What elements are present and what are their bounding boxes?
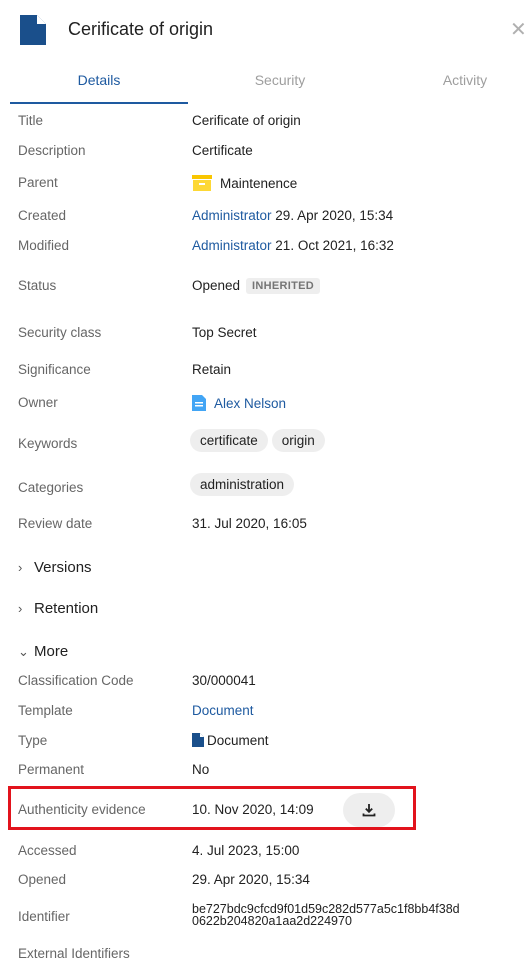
field-value: Cerificate of origin [192,113,301,128]
row-authenticity-evidence: Authenticity evidence 10. Nov 2020, 14:0… [0,802,528,832]
field-value: 30/000041 [192,673,256,688]
field-value: 31. Jul 2020, 16:05 [192,516,307,531]
row-template: Template Document [0,703,528,733]
field-label: Classification Code [18,673,134,688]
section-label: More [34,643,69,660]
field-label: Accessed [18,843,77,858]
field-value: Top Secret [192,325,257,340]
document-icon [192,733,204,747]
chevron-right-icon: › [18,601,23,616]
template-link[interactable]: Document [192,703,254,718]
row-security-class: Security class Top Secret [0,325,528,355]
field-label: Authenticity evidence [18,802,146,817]
row-title: Title Cerificate of origin [0,113,528,143]
field-label: Significance [18,362,91,377]
modified-user-link[interactable]: Administrator [192,238,272,253]
row-owner: Owner Alex Nelson [0,395,528,425]
field-value: Administrator 21. Oct 2021, 16:32 [192,238,394,253]
row-keywords: Keywords certificate origin [0,429,528,459]
row-accessed: Accessed 4. Jul 2023, 15:00 [0,843,528,873]
parent-name: Maintenence [220,176,298,191]
more-toggle[interactable]: ⌄ More [18,643,68,660]
field-label: Description [18,143,86,158]
modified-date: 21. Oct 2021, 16:32 [275,238,394,253]
field-value: No [192,762,210,777]
keyword-chip[interactable]: origin [271,429,325,452]
field-value: 10. Nov 2020, 14:09 [192,802,314,817]
field-label: Review date [18,516,93,531]
panel-header: Cerificate of origin ✕ [0,0,528,60]
row-status: Status Opened INHERITED [0,278,528,308]
row-created: Created Administrator 29. Apr 2020, 15:3… [0,208,528,238]
user-card-icon [192,395,206,411]
field-label: Categories [18,480,84,495]
chevron-down-icon: ⌄ [18,644,29,659]
owner-name: Alex Nelson [214,396,287,411]
field-value: Document [192,733,269,748]
field-label: Template [18,703,73,718]
category-chips: administration [190,473,298,496]
document-icon [20,15,46,45]
tab-activity[interactable]: Activity [400,72,528,88]
field-label: Parent [18,175,58,190]
row-parent: Parent Maintenence [0,175,528,205]
tab-bar: Details Security Activity [10,62,528,104]
keyword-chip[interactable]: certificate [190,429,268,452]
field-label: Type [18,733,48,748]
owner-link[interactable]: Alex Nelson [192,395,286,411]
chevron-right-icon: › [18,560,23,575]
download-icon [362,804,376,817]
close-icon[interactable]: ✕ [510,17,527,42]
row-type: Type Document [0,733,528,763]
tab-security[interactable]: Security [200,72,360,88]
field-value: 29. Apr 2020, 15:34 [192,872,310,887]
identifier-value: be727bdc9cfcd9f01d59c282d577a5c1f8bb4f38… [192,903,460,928]
field-value: Opened INHERITED [192,278,321,295]
field-value: Administrator 29. Apr 2020, 15:34 [192,208,393,223]
field-label: Identifier [18,909,70,924]
versions-toggle[interactable]: › Versions [18,559,92,576]
tab-details[interactable]: Details [10,72,188,88]
field-value: Retain [192,362,232,377]
field-label: External Identifiers [18,946,130,961]
tab-indicator [10,102,188,104]
row-significance: Significance Retain [0,362,528,392]
field-label: Owner [18,395,58,410]
field-label: Created [18,208,67,223]
row-external-identifiers: External Identifiers [0,946,528,976]
section-label: Versions [34,559,92,576]
field-value: Certificate [192,143,253,158]
row-description: Description Certificate [0,143,528,173]
row-categories: Categories administration [0,473,528,503]
field-label: Opened [18,872,67,887]
row-review-date: Review date 31. Jul 2020, 16:05 [0,516,528,546]
field-label: Security class [18,325,102,340]
field-label: Permanent [18,762,85,777]
row-opened: Opened 29. Apr 2020, 15:34 [0,872,528,902]
download-evidence-button[interactable] [343,793,395,827]
panel-title: Cerificate of origin [68,19,214,39]
status-value: Opened [192,278,241,293]
keyword-chips: certificate origin [190,429,329,452]
section-label: Retention [34,600,99,617]
retention-toggle[interactable]: › Retention [18,600,98,617]
field-label: Title [18,113,44,128]
category-chip[interactable]: administration [190,473,295,496]
box-folder-icon [192,175,212,191]
field-label: Status [18,278,57,293]
created-date: 29. Apr 2020, 15:34 [275,208,394,223]
row-modified: Modified Administrator 21. Oct 2021, 16:… [0,238,528,268]
parent-link[interactable]: Maintenence [192,175,297,191]
field-label: Keywords [18,436,78,451]
identifier-line: 0622b204820a1aa2d224970 [192,914,352,928]
status-badge: INHERITED [246,278,321,295]
created-user-link[interactable]: Administrator [192,208,272,223]
type-value: Document [207,733,269,748]
field-label: Modified [18,238,70,253]
row-classification-code: Classification Code 30/000041 [0,673,528,703]
field-value: 4. Jul 2023, 15:00 [192,843,300,858]
